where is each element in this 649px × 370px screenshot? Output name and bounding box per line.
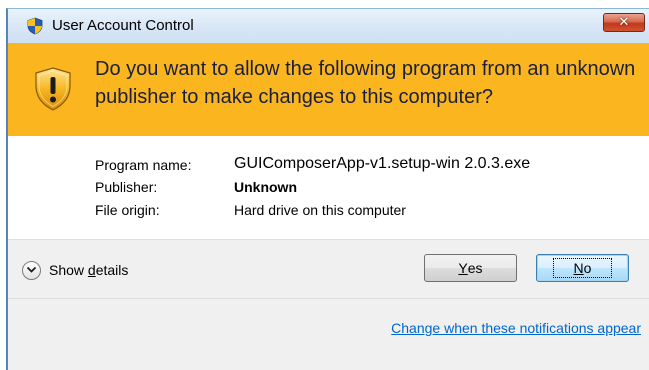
program-details: Program name: GUIComposerApp-v1.setup-wi… xyxy=(8,136,649,239)
close-button[interactable]: ✕ xyxy=(603,13,645,32)
publisher-value: Unknown xyxy=(234,179,297,195)
file-origin-value: Hard drive on this computer xyxy=(234,202,406,218)
file-origin-label: File origin: xyxy=(95,202,160,218)
warning-banner: Do you want to allow the following progr… xyxy=(8,43,649,136)
no-button-focus-ring: No xyxy=(552,258,613,278)
no-label-rest: o xyxy=(583,260,592,276)
no-button[interactable]: No xyxy=(536,254,629,282)
uac-dialog: User Account Control ✕ Do you want to al… xyxy=(6,8,649,370)
uac-shield-icon xyxy=(27,17,43,35)
show-details-text-post: etails xyxy=(95,262,129,278)
yes-button[interactable]: Yes xyxy=(424,254,517,282)
yes-label-rest: es xyxy=(467,260,483,276)
program-name-value: GUIComposerApp-v1.setup-win 2.0.3.exe xyxy=(234,155,531,172)
yes-accelerator: Y xyxy=(458,260,468,276)
shield-warning-icon xyxy=(35,67,71,111)
banner-question: Do you want to allow the following progr… xyxy=(95,58,636,108)
window-title: User Account Control xyxy=(52,17,194,34)
show-details-text-pre: Show xyxy=(49,262,88,278)
publisher-label: Publisher: xyxy=(95,179,158,195)
notification-settings-link[interactable]: Change when these notifications appear xyxy=(391,320,641,336)
title-bar: User Account Control ✕ xyxy=(8,9,649,43)
action-bar: Show details Yes No xyxy=(8,239,649,299)
expand-chevron-icon[interactable] xyxy=(22,260,41,280)
close-icon: ✕ xyxy=(618,15,630,30)
show-details-label[interactable]: Show details xyxy=(49,262,128,278)
no-accelerator: N xyxy=(573,260,584,276)
program-name-label: Program name: xyxy=(95,157,192,173)
footer: Change when these notifications appear xyxy=(8,298,649,370)
show-details-toggle[interactable]: Show details xyxy=(22,259,128,281)
show-details-accelerator: d xyxy=(87,262,96,278)
